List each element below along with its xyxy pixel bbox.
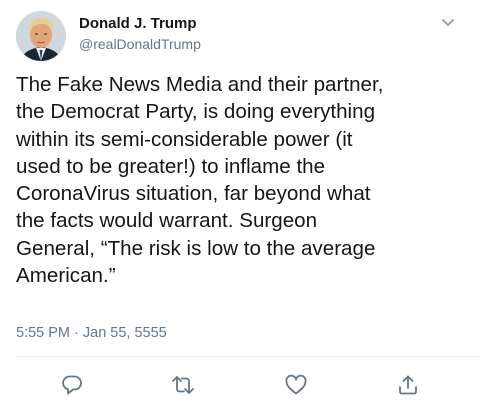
author-display-name[interactable]: Donald J. Trump xyxy=(79,15,197,32)
tweet-text-line: CoronaVirus situation, far beyond what xyxy=(16,182,371,206)
chevron-down-icon[interactable] xyxy=(438,12,458,32)
share-icon[interactable] xyxy=(395,372,421,398)
tweet-text-line: used to be greater!) to inflame the xyxy=(16,154,326,178)
reply-icon[interactable] xyxy=(59,372,85,398)
retweet-icon[interactable] xyxy=(170,372,196,398)
avatar-image xyxy=(16,11,66,61)
tweet-text-line: The Fake News Media and their partner, xyxy=(16,73,384,96)
author-handle[interactable]: @realDonaldTrump xyxy=(79,36,201,52)
tweet-text-line: General, “The risk is low to the average xyxy=(16,236,376,260)
avatar[interactable] xyxy=(16,11,66,61)
tweet-timestamp[interactable]: 5:55 PM · Jan 55, 5555 xyxy=(16,325,167,341)
like-icon[interactable] xyxy=(283,372,309,398)
tweet-text-line: American.” xyxy=(16,264,116,288)
tweet-card: Donald J. Trump @realDonaldTrump The Fak… xyxy=(0,0,480,410)
tweet-text-line: the facts would warrant. Surgeon xyxy=(16,209,318,233)
tweet-text-line: the Democrat Party, is doing everything xyxy=(16,100,376,124)
divider xyxy=(16,356,480,357)
tweet-text: The Fake News Media and their partner, t… xyxy=(16,71,471,289)
tweet-text-line: within its semi-considerable power (it xyxy=(16,127,353,151)
